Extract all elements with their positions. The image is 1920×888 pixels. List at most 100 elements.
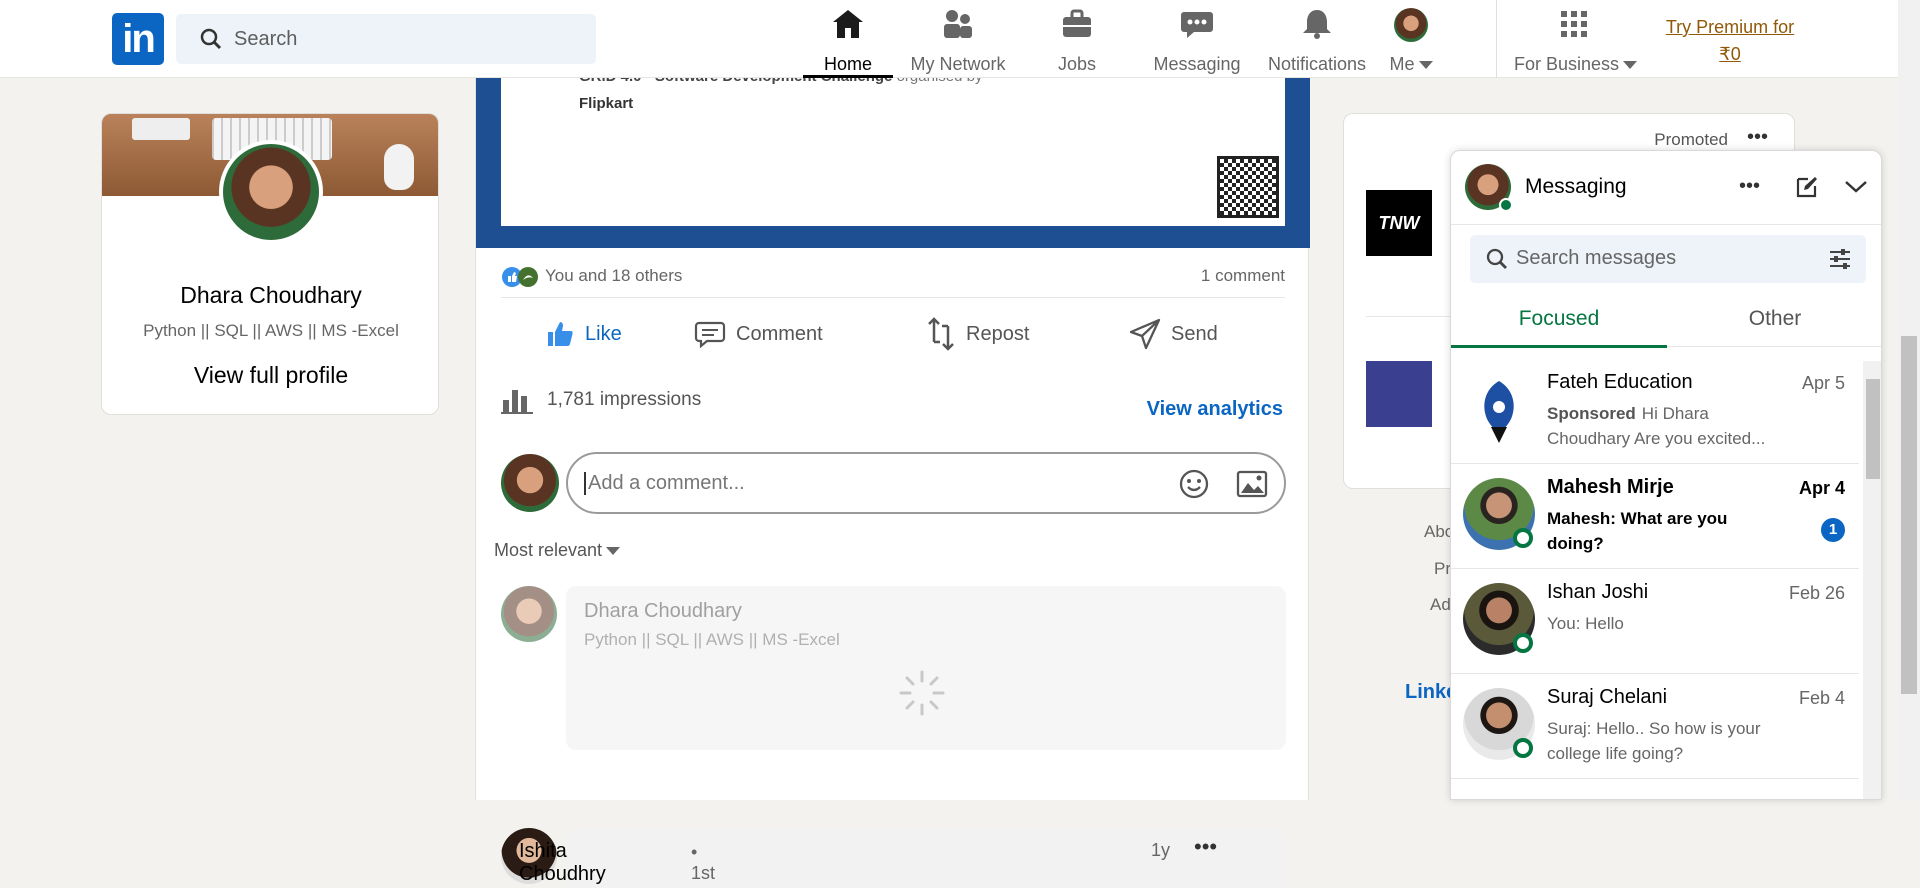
- online-status-dot: [1499, 198, 1513, 212]
- chevron-down-icon: [1418, 61, 1433, 70]
- nav-for-business-label: For Business: [1514, 54, 1620, 74]
- send-button[interactable]: Send: [1129, 315, 1218, 353]
- nav-jobs-label: Jobs: [1057, 54, 1097, 74]
- connection-degree: • 1st: [691, 842, 716, 883]
- conversation-item[interactable]: Fateh Education Apr 5 Sponsored Hi Dhara …: [1451, 359, 1859, 464]
- conversation-item[interactable]: Ishan Joshi Feb 26 You: Hello: [1451, 569, 1859, 674]
- tab-focused[interactable]: Focused: [1451, 307, 1667, 348]
- top-navigation: in Search Home My Network Jobs Messaging…: [0, 0, 1920, 78]
- reactions-count[interactable]: You and 18 others: [545, 266, 682, 286]
- more-options-icon[interactable]: •••: [1739, 175, 1760, 198]
- online-status-dot: [1513, 738, 1533, 758]
- try-premium-link[interactable]: Try Premium for ₹0: [1660, 14, 1800, 68]
- send-label: Send: [1171, 322, 1218, 345]
- footer-link-ad[interactable]: Ad: [1430, 595, 1451, 615]
- conversation-preview: Mahesh: What are you doing?: [1547, 509, 1728, 553]
- messaging-header[interactable]: Messaging •••: [1451, 151, 1881, 225]
- fateh-education-logo: [1484, 381, 1514, 443]
- profile-name[interactable]: Dhara Choudhary: [102, 282, 438, 309]
- image-icon[interactable]: [1236, 469, 1268, 499]
- qr-code: [1217, 156, 1279, 218]
- view-full-profile-link[interactable]: View full profile: [102, 362, 438, 389]
- nav-me[interactable]: Me: [1376, 8, 1446, 76]
- search-placeholder: Search: [234, 28, 298, 50]
- impressions-count: 1,781 impressions: [547, 389, 702, 410]
- comments-count[interactable]: 1 comment: [1201, 266, 1285, 286]
- search-input[interactable]: Search: [176, 14, 596, 64]
- messaging-scrollbar[interactable]: [1863, 361, 1881, 799]
- repost-button[interactable]: Repost: [926, 315, 1029, 353]
- profile-avatar[interactable]: [219, 140, 323, 244]
- comment-time: 1y: [1151, 840, 1171, 860]
- comment-icon: [694, 321, 726, 349]
- more-options-icon[interactable]: •••: [1194, 834, 1217, 860]
- compose-icon[interactable]: [1795, 175, 1819, 199]
- search-icon: [200, 28, 222, 50]
- post-card: GRiD 4.0 - Software Development Challeng…: [475, 68, 1310, 888]
- avatar: [501, 454, 559, 512]
- avatar: [1394, 8, 1428, 42]
- nav-notifications[interactable]: Notifications: [1266, 8, 1368, 76]
- network-icon: [944, 10, 972, 38]
- comment-label: Comment: [736, 322, 823, 345]
- comment-button[interactable]: Comment: [694, 315, 823, 353]
- grid-icon: [1561, 11, 1587, 37]
- conversation-date: Feb 4: [1798, 688, 1845, 708]
- nav-my-network[interactable]: My Network: [900, 8, 1016, 76]
- nav-home[interactable]: Home: [803, 8, 893, 78]
- promoted-label: Promoted: [1654, 130, 1728, 149]
- conversation-preview: Suraj: Hello.. So how is your college li…: [1547, 719, 1761, 763]
- chevron-down-icon[interactable]: [1844, 179, 1868, 195]
- chevron-down-icon: [1623, 61, 1638, 70]
- sponsored-label: Sponsored: [1547, 404, 1636, 423]
- tab-other[interactable]: Other: [1667, 307, 1881, 331]
- tnw-logo[interactable]: TNW: [1366, 190, 1432, 256]
- comment-author-headline: Python || SQL || AWS || MS -Excel: [584, 630, 840, 649]
- nav-jobs[interactable]: Jobs: [1040, 8, 1114, 76]
- conversation-item[interactable]: Mahesh Mirje Apr 4 Mahesh: What are you …: [1451, 464, 1859, 569]
- page-scrollbar[interactable]: [1898, 0, 1920, 800]
- nav-messaging-label: Messaging: [1153, 54, 1241, 74]
- search-icon: [1486, 248, 1507, 269]
- conversation-date: Apr 4: [1798, 478, 1845, 498]
- nav-notifications-label: Notifications: [1267, 54, 1367, 74]
- reactions-icon: [502, 267, 538, 287]
- footer-link-privacy[interactable]: Pr: [1434, 559, 1451, 579]
- view-analytics-link[interactable]: View analytics: [1147, 398, 1283, 421]
- comment-input[interactable]: Add a comment...: [566, 452, 1286, 514]
- nav-divider: [1496, 0, 1497, 78]
- home-icon: [833, 10, 863, 38]
- nav-for-business[interactable]: For Business: [1514, 8, 1638, 76]
- certificate-image[interactable]: GRiD 4.0 - Software Development Challeng…: [476, 68, 1310, 248]
- sort-label: Most relevant: [494, 540, 603, 560]
- online-status-dot: [1513, 528, 1533, 548]
- impressions[interactable]: 1,781 impressions: [501, 386, 701, 414]
- like-button[interactable]: Like: [545, 315, 622, 353]
- social-counts: You and 18 others 1 comment: [501, 254, 1285, 298]
- linkedin-logo[interactable]: in: [112, 13, 164, 65]
- chevron-down-icon: [606, 547, 621, 556]
- certificate-organiser: Flipkart: [579, 95, 634, 112]
- messaging-panel: Messaging ••• Search messages Focused Ot…: [1450, 150, 1882, 800]
- emoji-icon[interactable]: [1178, 468, 1210, 500]
- nav-home-label: Home: [823, 54, 872, 74]
- messaging-search-input[interactable]: Search messages: [1470, 235, 1866, 283]
- comment-author[interactable]: Ishita Choudhry: [519, 840, 606, 886]
- repost-label: Repost: [966, 322, 1030, 345]
- more-options-icon[interactable]: •••: [1747, 126, 1768, 149]
- conversation-item[interactable]: Suraj Chelani Feb 4 Suraj: Hello.. So ho…: [1451, 674, 1859, 779]
- directions-logo[interactable]: [1366, 361, 1432, 427]
- repost-icon: [928, 317, 954, 351]
- conversation-date: Feb 26: [1788, 583, 1845, 603]
- profile-headline: Python || SQL || AWS || MS -Excel: [143, 321, 399, 340]
- conversation-name: Mahesh Mirje: [1547, 476, 1674, 498]
- nav-messaging[interactable]: Messaging: [1146, 8, 1248, 76]
- sort-comments-dropdown[interactable]: Most relevant: [494, 540, 621, 561]
- profile-card: Dhara Choudhary Python || SQL || AWS || …: [101, 113, 439, 415]
- send-icon: [1129, 318, 1161, 350]
- nav-my-network-label: My Network: [910, 54, 1006, 74]
- filter-icon[interactable]: [1828, 248, 1852, 270]
- conversation-name: Fateh Education: [1547, 371, 1693, 393]
- messaging-icon: [1181, 12, 1213, 38]
- comment-placeholder: Add a comment...: [584, 472, 745, 495]
